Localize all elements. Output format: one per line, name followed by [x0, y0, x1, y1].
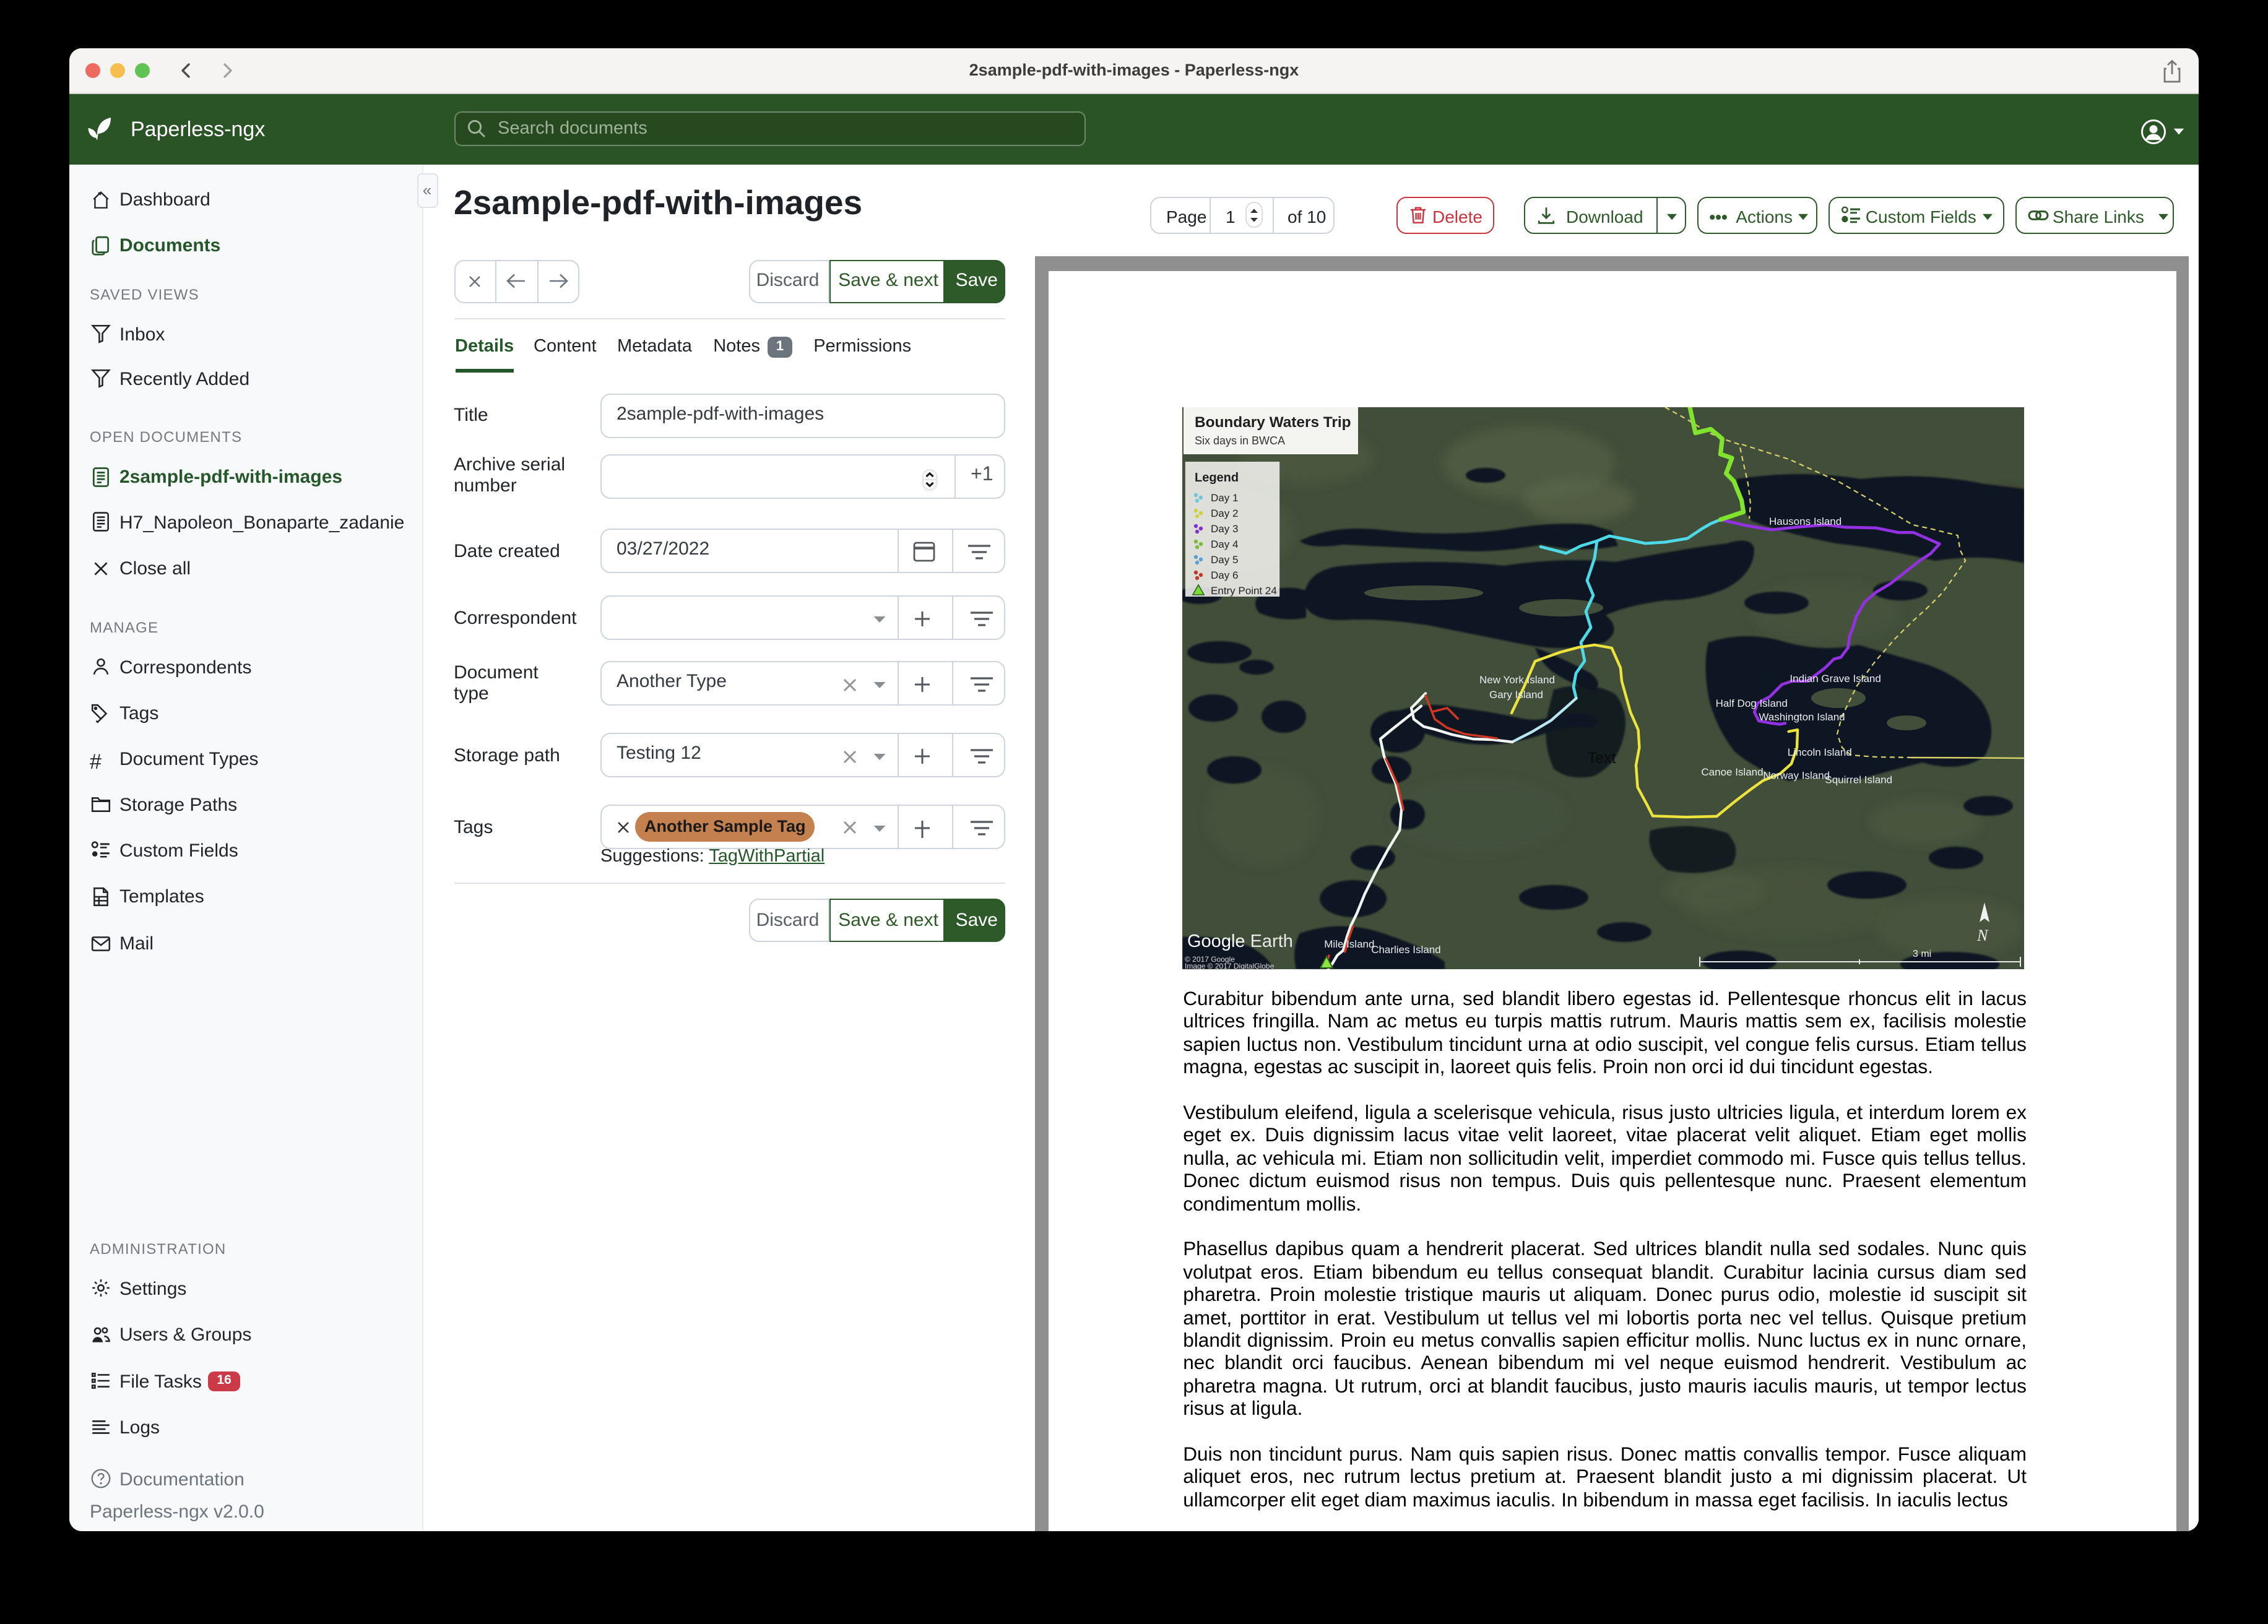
svg-text:Day 2: Day 2 — [1210, 507, 1237, 519]
svg-text:Day 6: Day 6 — [1210, 569, 1237, 581]
svg-text:Charlies Island: Charlies Island — [1371, 943, 1440, 955]
svg-text:Day 3: Day 3 — [1210, 522, 1237, 534]
svg-text:Legend: Legend — [1194, 470, 1238, 484]
svg-text:Indian Grave Island: Indian Grave Island — [1790, 672, 1881, 684]
svg-text:Hausons Island: Hausons Island — [1768, 515, 1841, 527]
svg-text:Google Earth: Google Earth — [1187, 931, 1292, 951]
svg-text:Day 1: Day 1 — [1210, 491, 1237, 503]
svg-text:Entry Point 24: Entry Point 24 — [1210, 584, 1276, 596]
svg-text:Lincoln Island: Lincoln Island — [1787, 746, 1851, 758]
svg-text:Six days in BWCA: Six days in BWCA — [1194, 434, 1284, 446]
svg-text:Day 4: Day 4 — [1210, 538, 1237, 550]
svg-text:3 mi: 3 mi — [1912, 948, 1931, 959]
svg-text:Mile Island: Mile Island — [1324, 938, 1374, 949]
svg-text:Image © 2017 DigitalGlobe: Image © 2017 DigitalGlobe — [1184, 961, 1274, 969]
svg-text:Canoe Island: Canoe Island — [1701, 766, 1763, 777]
svg-text:Norway Island: Norway Island — [1763, 769, 1830, 781]
svg-text:Gary Island: Gary Island — [1489, 688, 1543, 700]
svg-text:N: N — [1976, 926, 1988, 944]
svg-text:Squirrel Island: Squirrel Island — [1825, 774, 1892, 785]
svg-text:Day 5: Day 5 — [1210, 553, 1237, 565]
svg-text:Washington Island: Washington Island — [1759, 710, 1845, 722]
svg-text:Boundary Waters Trip: Boundary Waters Trip — [1194, 413, 1351, 430]
svg-text:Text: Text — [1587, 749, 1616, 766]
svg-text:New York Island: New York Island — [1479, 673, 1554, 685]
svg-text:Half Dog Island: Half Dog Island — [1715, 697, 1787, 709]
